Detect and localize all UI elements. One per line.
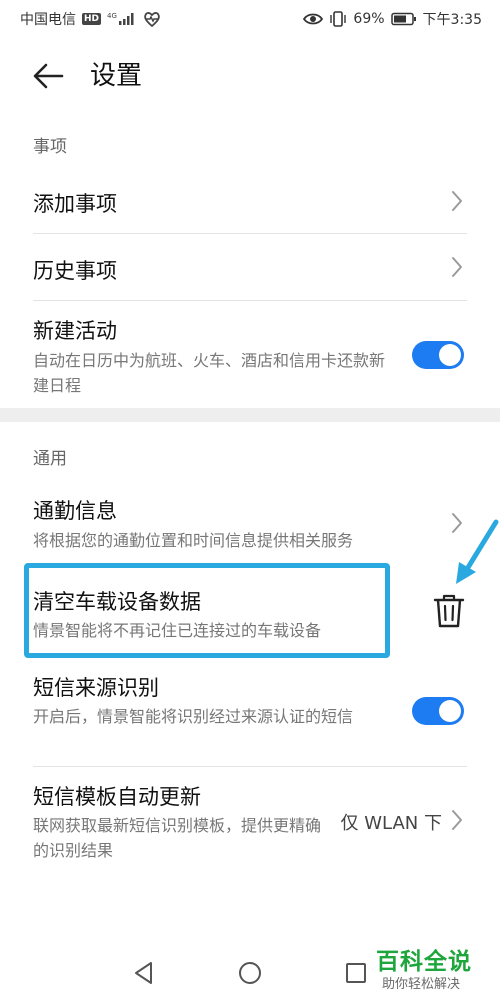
hd-badge: HD — [82, 13, 102, 25]
clock: 下午3:35 — [422, 12, 482, 28]
row-sms-source: 短信来源识别 开启后，情景智能将识别经过来源认证的短信 — [0, 660, 500, 766]
section-separator — [0, 408, 500, 422]
nav-home-icon[interactable] — [236, 959, 264, 987]
row-title: 历史事项 — [33, 259, 117, 283]
status-right: 69% 下午3:35 — [303, 9, 482, 29]
row-event-history[interactable]: 历史事项 — [0, 234, 500, 300]
status-left: 中国电信 HD 4G — [20, 9, 161, 29]
row-subtitle: 将根据您的通勤位置和时间信息提供相关服务 — [33, 531, 354, 550]
battery-percent: 69% — [353, 11, 385, 27]
page-title: 设置 — [90, 61, 143, 91]
row-commute-info[interactable]: 通勤信息 将根据您的通勤位置和时间信息提供相关服务 — [0, 482, 500, 566]
back-button[interactable] — [30, 58, 66, 94]
back-arrow-icon — [33, 63, 64, 89]
row-subtitle: 自动在日历中为航班、火车、酒店和信用卡还款新建日程 — [33, 351, 386, 395]
row-subtitle: 联网获取最新短信识别模板，提供更精确的识别结果 — [33, 816, 322, 860]
row-subtitle: 开启后，情景智能将识别经过来源认证的短信 — [33, 707, 354, 726]
update-condition-value: 仅 WLAN 下 — [340, 813, 442, 834]
pointer-arrow-icon — [456, 519, 499, 584]
row-title: 短信模板自动更新 — [33, 785, 201, 809]
trash-icon[interactable] — [432, 593, 466, 629]
row-sms-template-update[interactable]: 短信模板自动更新 联网获取最新短信识别模板，提供更精确的识别结果 仅 WLAN … — [0, 767, 500, 877]
status-bar: 中国电信 HD 4G 69% 下午3:35 — [0, 0, 500, 34]
nav-back-icon[interactable] — [130, 959, 158, 987]
vibrate-icon — [329, 11, 347, 27]
network-label: 4G — [107, 12, 117, 20]
new-activity-toggle[interactable] — [412, 341, 464, 369]
watermark-logo: 百科全说 助你轻松解决 — [376, 942, 486, 996]
toggle-knob — [439, 700, 461, 722]
row-title: 短信来源识别 — [33, 676, 159, 700]
watermark-subtitle: 助你轻松解决 — [382, 977, 461, 992]
row-title: 新建活动 — [33, 319, 117, 343]
row-title: 添加事项 — [33, 192, 117, 216]
chevron-right-icon — [452, 191, 462, 211]
health-heart-icon — [143, 11, 161, 27]
header: 设置 — [0, 50, 500, 100]
signal-icon: 4G — [107, 12, 137, 26]
carrier-label: 中国电信 — [20, 12, 76, 28]
sms-source-toggle[interactable] — [412, 697, 464, 725]
row-title: 通勤信息 — [33, 499, 117, 523]
toggle-knob — [439, 344, 461, 366]
row-add-event[interactable]: 添加事项 — [0, 168, 500, 234]
watermark-title: 百科全说 — [376, 949, 472, 975]
battery-icon — [390, 12, 417, 26]
eye-icon — [303, 12, 324, 26]
section-label-events: 事项 — [33, 137, 67, 157]
row-new-activity: 新建活动 自动在日历中为航班、火车、酒店和信用卡还款新建日程 — [0, 301, 500, 407]
section-label-general: 通用 — [33, 449, 67, 469]
chevron-right-icon — [452, 810, 462, 830]
highlight-annotation-box — [24, 563, 390, 658]
chevron-right-icon — [452, 257, 462, 277]
nav-recent-icon[interactable] — [342, 959, 370, 987]
